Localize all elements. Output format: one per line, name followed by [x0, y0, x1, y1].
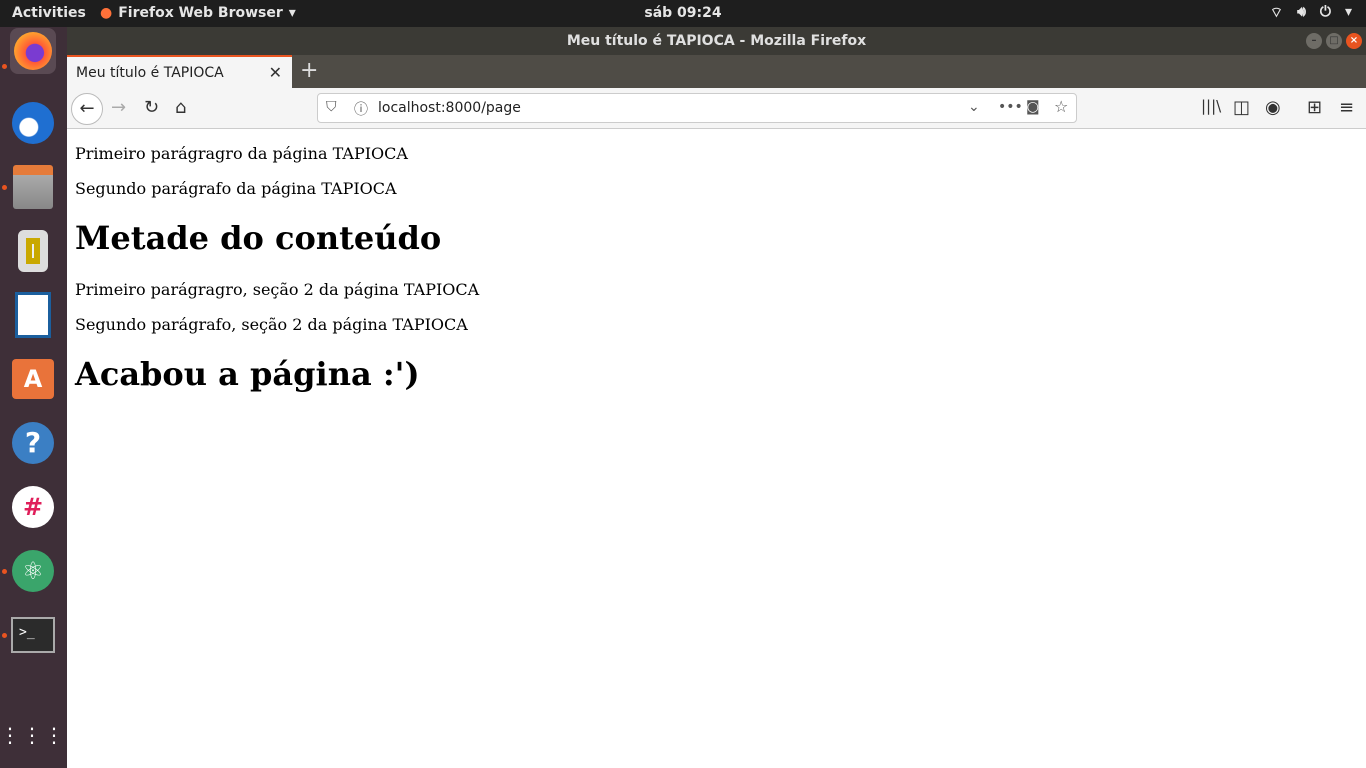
more-actions-icon[interactable]: •••	[998, 99, 1023, 115]
close-window-button[interactable]: ×	[1346, 33, 1362, 49]
heading: Metade do conteúdo	[75, 219, 442, 257]
dock-thunderbird-icon[interactable]	[10, 100, 56, 146]
info-icon[interactable]: ⓘ	[354, 99, 368, 119]
tab-label: Meu título é TAPIOCA	[76, 65, 224, 81]
volume-icon: 🔊︎	[1297, 4, 1306, 20]
dock: A ? # ⚛ >_ ⋮⋮⋮	[0, 27, 67, 768]
url-text[interactable]: localhost:8000/page	[378, 100, 521, 116]
dock-help-icon[interactable]: ?	[10, 420, 56, 466]
url-bar[interactable]: ⛉ ⓘ localhost:8000/page ⌄ ••• ◙ ☆	[317, 93, 1077, 123]
bookmark-star-icon[interactable]: ☆	[1054, 97, 1068, 116]
app-menu-label: Firefox Web Browser	[118, 5, 283, 21]
heading: Acabou a página :')	[75, 355, 420, 393]
chevron-down-icon[interactable]: ⌄	[968, 99, 980, 115]
home-button[interactable]: ⌂	[175, 97, 186, 118]
account-icon[interactable]: ◉	[1265, 97, 1281, 118]
app-menu[interactable]: ● Firefox Web Browser ▾	[100, 5, 296, 21]
dock-writer-icon[interactable]	[10, 292, 56, 338]
paragraph: Primeiro parágragro, seção 2 da página T…	[75, 280, 480, 299]
minimize-button[interactable]: –	[1306, 33, 1322, 49]
paragraph: Primeiro parágragro da página TAPIOCA	[75, 144, 408, 163]
shield-icon[interactable]: ⛉	[326, 99, 337, 115]
whats-new-gift-icon[interactable]: ⊞	[1307, 97, 1322, 118]
paragraph: Segundo parágrafo, seção 2 da página TAP…	[75, 315, 468, 334]
system-tray[interactable]: ⌔ 🔊︎ ⏻ ▾	[1270, 4, 1352, 22]
activities-button[interactable]: Activities	[12, 5, 86, 21]
dock-firefox-icon[interactable]	[10, 28, 56, 74]
forward-button[interactable]: →	[111, 97, 126, 118]
show-applications-icon[interactable]: ⋮⋮⋮	[0, 712, 64, 758]
back-button[interactable]: ←	[71, 93, 103, 125]
window-titlebar: Meu título é TAPIOCA - Mozilla Firefox –…	[67, 27, 1366, 55]
tab-active[interactable]: Meu título é TAPIOCA ✕	[67, 55, 292, 88]
dock-software-icon[interactable]: A	[10, 356, 56, 402]
sidebar-icon[interactable]: ◫	[1233, 97, 1250, 118]
maximize-button[interactable]: □	[1326, 33, 1342, 49]
caret-down-icon: ▾	[1344, 4, 1352, 20]
menu-hamburger-icon[interactable]: ≡	[1339, 97, 1354, 118]
new-tab-button[interactable]: +	[300, 58, 318, 83]
reload-button[interactable]: ↻	[144, 97, 159, 118]
dock-terminal-icon[interactable]: >_	[10, 612, 56, 658]
dock-files-icon[interactable]	[10, 164, 56, 210]
dock-rhythmbox-icon[interactable]	[10, 228, 56, 274]
firefox-icon: ●	[100, 5, 113, 21]
caret-down-icon: ▾	[288, 5, 296, 21]
paragraph: Segundo parágrafo da página TAPIOCA	[75, 179, 397, 198]
navigation-toolbar: ← → ↻ ⌂ ⛉ ⓘ localhost:8000/page ⌄ ••• ◙ …	[67, 88, 1366, 129]
dock-atom-icon[interactable]: ⚛	[10, 548, 56, 594]
wifi-icon: ⌔	[1269, 5, 1284, 21]
tab-strip: Meu título é TAPIOCA ✕ +	[67, 55, 1366, 88]
window-title: Meu título é TAPIOCA - Mozilla Firefox	[566, 33, 867, 49]
close-tab-icon[interactable]: ✕	[269, 63, 282, 82]
power-icon: ⏻	[1319, 4, 1331, 20]
dock-slack-icon[interactable]: #	[10, 484, 56, 530]
library-icon[interactable]: |||\	[1201, 97, 1221, 115]
system-top-bar: Activities ● Firefox Web Browser ▾ sáb 09:…	[0, 0, 1366, 27]
pocket-icon[interactable]: ◙	[1026, 99, 1040, 115]
